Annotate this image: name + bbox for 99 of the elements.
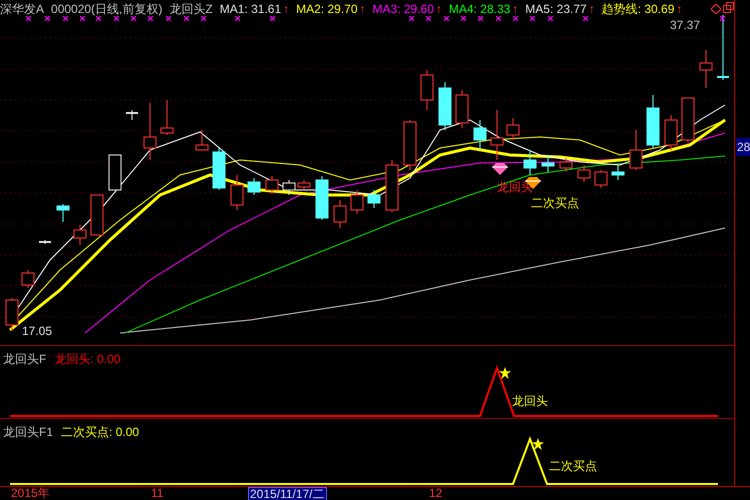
- arrow-icon: ↑: [360, 0, 366, 18]
- panel-title: 龙回头F: [3, 351, 46, 368]
- peak-label: 二次买点: [549, 458, 597, 475]
- candlestick: [90, 194, 104, 236]
- candlestick: [612, 164, 624, 180]
- candlestick: [126, 110, 138, 120]
- candlestick: [474, 120, 486, 150]
- average-value: MA1: 31.61: [220, 1, 282, 18]
- candlestick: [230, 174, 244, 210]
- candlestick: [404, 120, 416, 170]
- candlestick: [594, 170, 608, 188]
- cross-icon: [496, 16, 501, 21]
- stock-name: 深华发A: [0, 1, 44, 18]
- cross-icon: [166, 16, 171, 21]
- cross-icon: [114, 16, 119, 21]
- candlestick: [506, 118, 520, 140]
- candlestick: [368, 190, 380, 208]
- cross-icon: [530, 16, 535, 21]
- low-price-label: 17.05: [22, 323, 52, 340]
- cross-icon: [270, 16, 275, 21]
- gem-icon: [492, 163, 508, 175]
- candlestick: [350, 190, 364, 214]
- date-label: 12: [428, 487, 444, 500]
- candlestick: [664, 114, 678, 150]
- candlestick: [490, 110, 504, 160]
- cross-icon: [26, 16, 31, 21]
- star-icon: [532, 438, 544, 450]
- arrow-icon: ↑: [283, 0, 290, 18]
- date-label: 2015/11/17/二: [248, 487, 327, 500]
- date-label: 11: [150, 487, 164, 500]
- panel-title: 龙回头F1: [3, 424, 54, 441]
- average-value: MA2: 29.70: [296, 1, 358, 18]
- average-value: MA5: 23.77: [525, 1, 587, 18]
- cross-icon: [426, 16, 431, 21]
- cross-icon: [583, 16, 588, 21]
- average-value: MA3: 29.60: [372, 1, 434, 18]
- candlestick: [646, 94, 660, 148]
- candlestick: [160, 100, 174, 136]
- candlestick: [74, 224, 86, 246]
- cross-icon: [131, 16, 136, 21]
- candlestick: [542, 154, 554, 172]
- cross-icon: [513, 16, 518, 21]
- candlestick: [266, 176, 278, 194]
- average-value: MA4: 28.33: [448, 1, 510, 18]
- cross-icon: [720, 16, 725, 21]
- diamond-icon[interactable]: [711, 4, 721, 14]
- cross-icon: [148, 16, 153, 21]
- date-label: 2015年: [10, 487, 51, 500]
- high-price-label: 37.37: [670, 17, 700, 34]
- candlestick: [700, 50, 712, 88]
- cross-icon: [63, 16, 68, 21]
- windows-icon[interactable]: [723, 2, 734, 13]
- candlestick: [630, 130, 642, 170]
- candlestick: [682, 98, 694, 142]
- candlestick: [578, 164, 590, 182]
- candlestick: [6, 298, 18, 330]
- candlestick: [196, 130, 208, 150]
- candlestick: [56, 204, 70, 222]
- cross-icon: [80, 16, 85, 21]
- signal-label: 二次买点: [531, 195, 579, 212]
- candlestick: [386, 160, 398, 212]
- cross-icon: [409, 16, 414, 21]
- stock-code: 000020(日线,前复权): [51, 1, 162, 18]
- candlestick: [39, 240, 51, 244]
- candlestick: [316, 176, 328, 220]
- cross-icon: [184, 16, 189, 21]
- candlestick: [248, 178, 260, 196]
- candlestick: [108, 154, 122, 190]
- arrow-icon: ↑: [676, 0, 682, 18]
- candlestick: [212, 148, 226, 190]
- cross-icon: [444, 16, 449, 21]
- arrow-icon: ↑: [588, 0, 595, 18]
- series-value: 二次买点: 0.00: [61, 424, 140, 441]
- average-value: 趋势线: 30.69: [602, 1, 674, 18]
- candlestick: [298, 180, 310, 190]
- cross-icon: [201, 16, 206, 21]
- cross-icon: [548, 16, 553, 21]
- price-tag: 28: [736, 138, 750, 156]
- candlestick: [420, 70, 434, 110]
- candlestick: [282, 180, 296, 196]
- candlestick: [144, 102, 156, 160]
- cross-icon: [478, 16, 483, 21]
- star-icon: [499, 367, 511, 379]
- candlestick: [22, 270, 34, 288]
- arrow-icon: ↑: [512, 0, 518, 18]
- candlestick: [560, 158, 572, 172]
- cross-icon: [96, 16, 101, 21]
- cross-icon: [235, 16, 240, 21]
- indicator-name: 龙回头Z: [169, 1, 213, 18]
- peak-label: 龙回头: [512, 393, 548, 410]
- series-value: 龙回头: 0.00: [54, 351, 120, 368]
- candlestick: [524, 150, 536, 176]
- candlestick: [334, 200, 346, 228]
- arrow-icon: ↑: [436, 0, 442, 18]
- candlestick: [456, 90, 468, 128]
- cross-icon: [45, 16, 50, 21]
- cross-icon: [461, 16, 466, 21]
- candlestick: [717, 14, 729, 80]
- candlestick: [438, 82, 452, 130]
